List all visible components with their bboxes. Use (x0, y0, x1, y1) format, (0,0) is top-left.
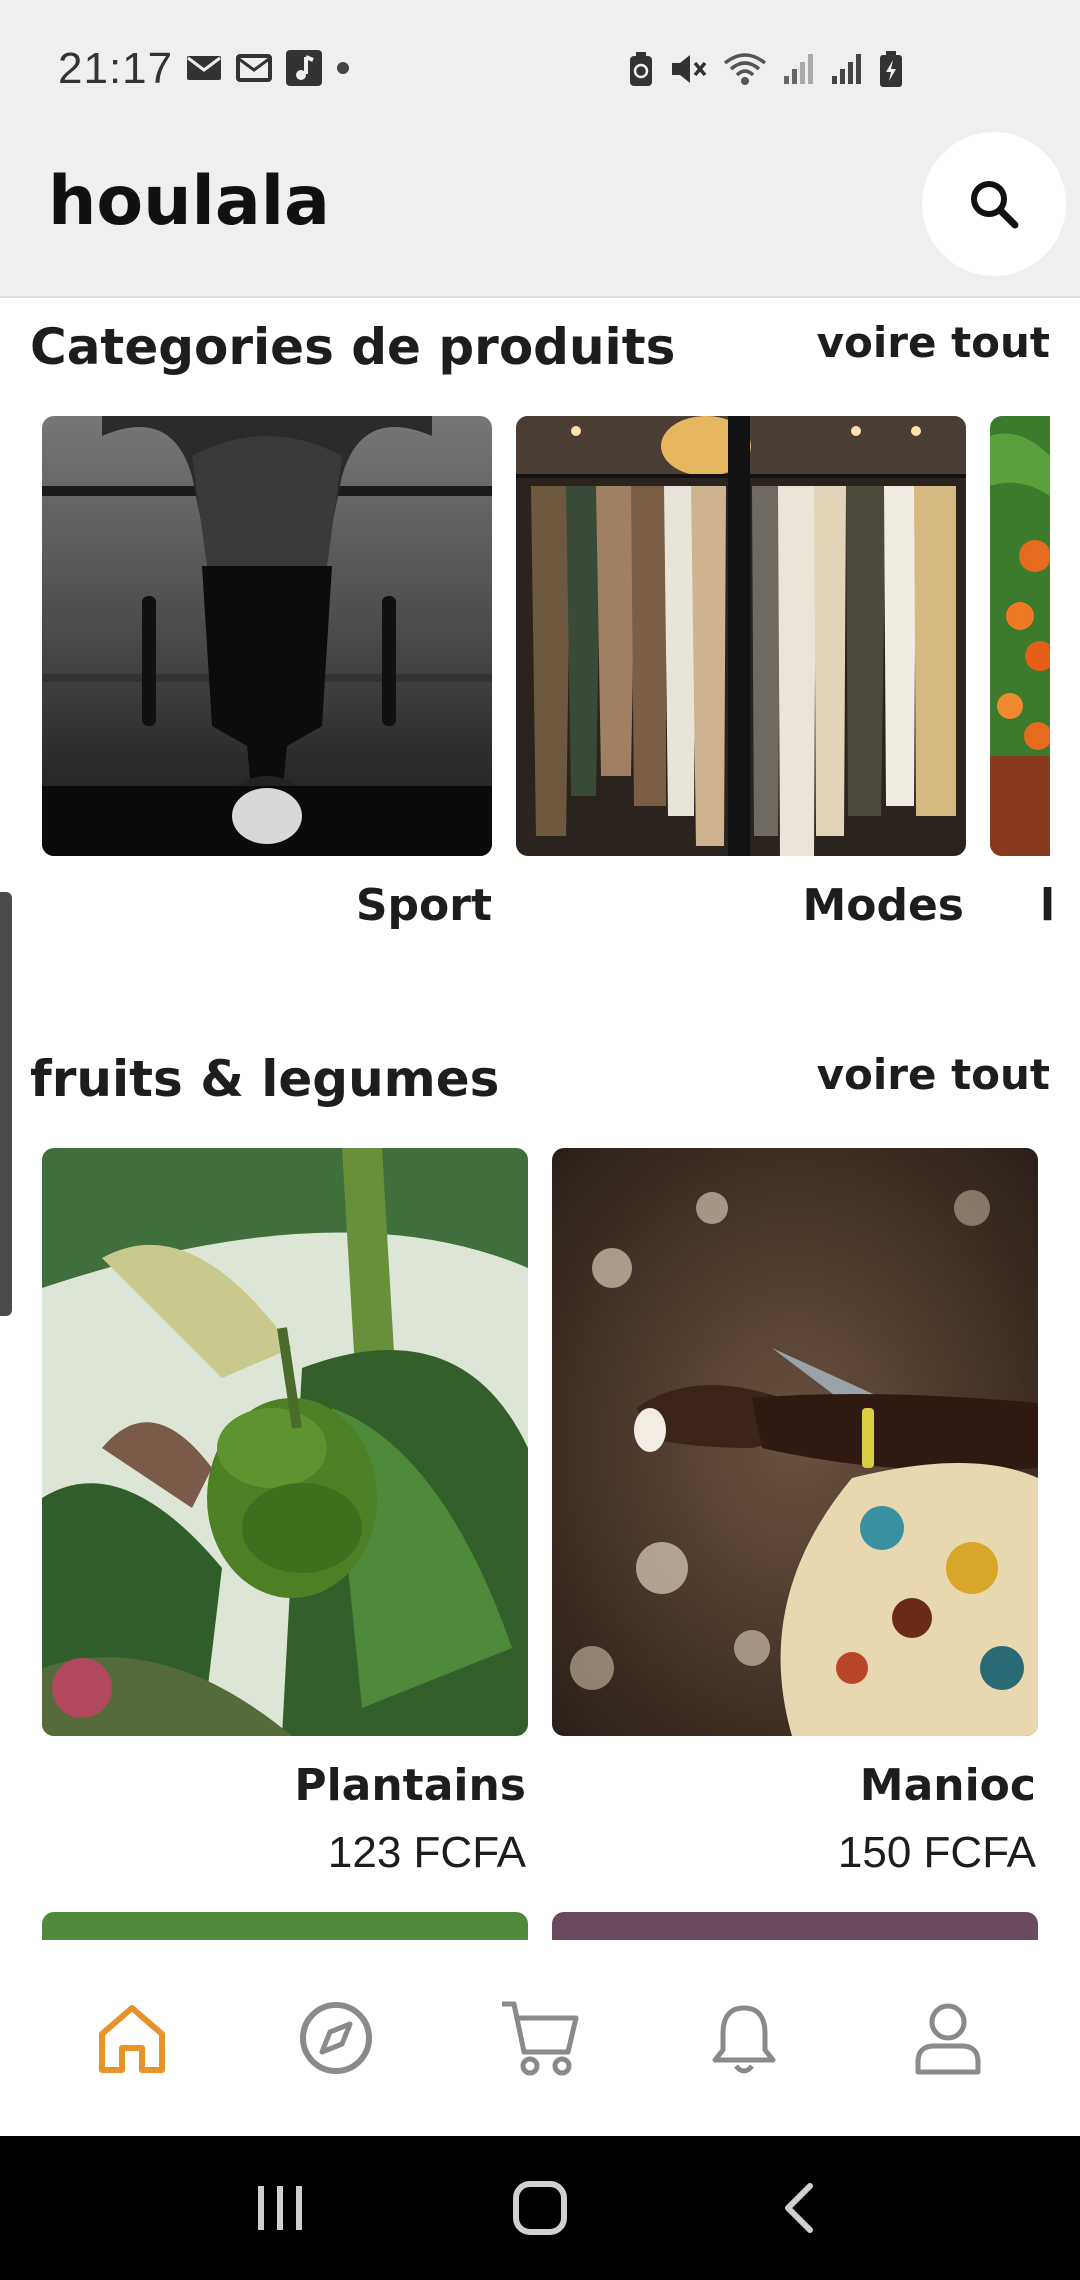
status-bar: 21:17 (0, 0, 1080, 132)
cassava-image (552, 1148, 1038, 1736)
user-icon (915, 2003, 981, 2075)
product-name-plantains: Plantains (294, 1760, 526, 1811)
product-price-plantains: 123 FCFA (327, 1828, 526, 1877)
categories-title: Categories de produits (30, 318, 676, 376)
category-label-partial: l (1040, 880, 1056, 931)
dot-icon (337, 62, 349, 74)
system-navigation-bar (0, 2136, 1080, 2280)
email-outline-icon (236, 54, 272, 82)
home-icon (99, 2005, 165, 2073)
bottom-navigation (0, 1940, 1080, 2136)
app-title: houlala (48, 162, 330, 241)
fruits-see-all-link[interactable]: voire tout (817, 1050, 1050, 1099)
cart-icon (502, 2001, 579, 2076)
email-icon (187, 56, 221, 80)
category-card-sport[interactable] (42, 416, 492, 856)
fruits-image (990, 416, 1050, 856)
product-price-manioc: 150 FCFA (837, 1828, 1036, 1877)
search-icon (971, 181, 1019, 229)
fruits-section-title: fruits & legumes (30, 1050, 500, 1108)
signal-icon (832, 54, 861, 84)
category-label-modes: Modes (802, 880, 964, 931)
home-button-icon[interactable] (510, 2178, 570, 2238)
mute-icon (672, 55, 707, 83)
status-time: 21:17 (58, 44, 174, 93)
plantain-image (42, 1148, 528, 1736)
product-name-manioc: Manioc (859, 1760, 1036, 1811)
status-right-icons (628, 50, 904, 88)
nav-cart[interactable] (480, 1978, 600, 2098)
battery-saver-icon (630, 52, 652, 86)
category-label-sport: Sport (355, 880, 492, 931)
nav-explore[interactable] (276, 1978, 396, 2098)
category-card-modes[interactable] (516, 416, 966, 856)
product-card-next-left[interactable] (42, 1912, 528, 1940)
product-card-plantains[interactable] (42, 1148, 528, 1736)
status-left-icons (186, 50, 350, 86)
nav-profile[interactable] (888, 1978, 1008, 2098)
categories-see-all-link[interactable]: voire tout (817, 318, 1050, 367)
app-header: houlala (0, 132, 1080, 298)
recent-apps-icon[interactable] (250, 2178, 310, 2238)
bell-icon (712, 2005, 776, 2074)
compass-icon (300, 2002, 372, 2074)
product-card-next-right[interactable] (552, 1912, 1038, 1940)
wifi-icon (723, 53, 767, 85)
sport-image (42, 416, 492, 856)
signal-icon (784, 54, 813, 84)
battery-charging-icon (880, 51, 902, 87)
back-icon[interactable] (770, 2178, 830, 2238)
category-card-partial[interactable] (990, 416, 1050, 856)
music-icon (286, 50, 322, 86)
search-button[interactable] (922, 132, 1066, 276)
fashion-image (516, 416, 966, 856)
nav-notifications[interactable] (684, 1978, 804, 2098)
scroll-handle[interactable] (0, 892, 12, 1316)
product-card-manioc[interactable] (552, 1148, 1038, 1736)
nav-home[interactable] (72, 1978, 192, 2098)
